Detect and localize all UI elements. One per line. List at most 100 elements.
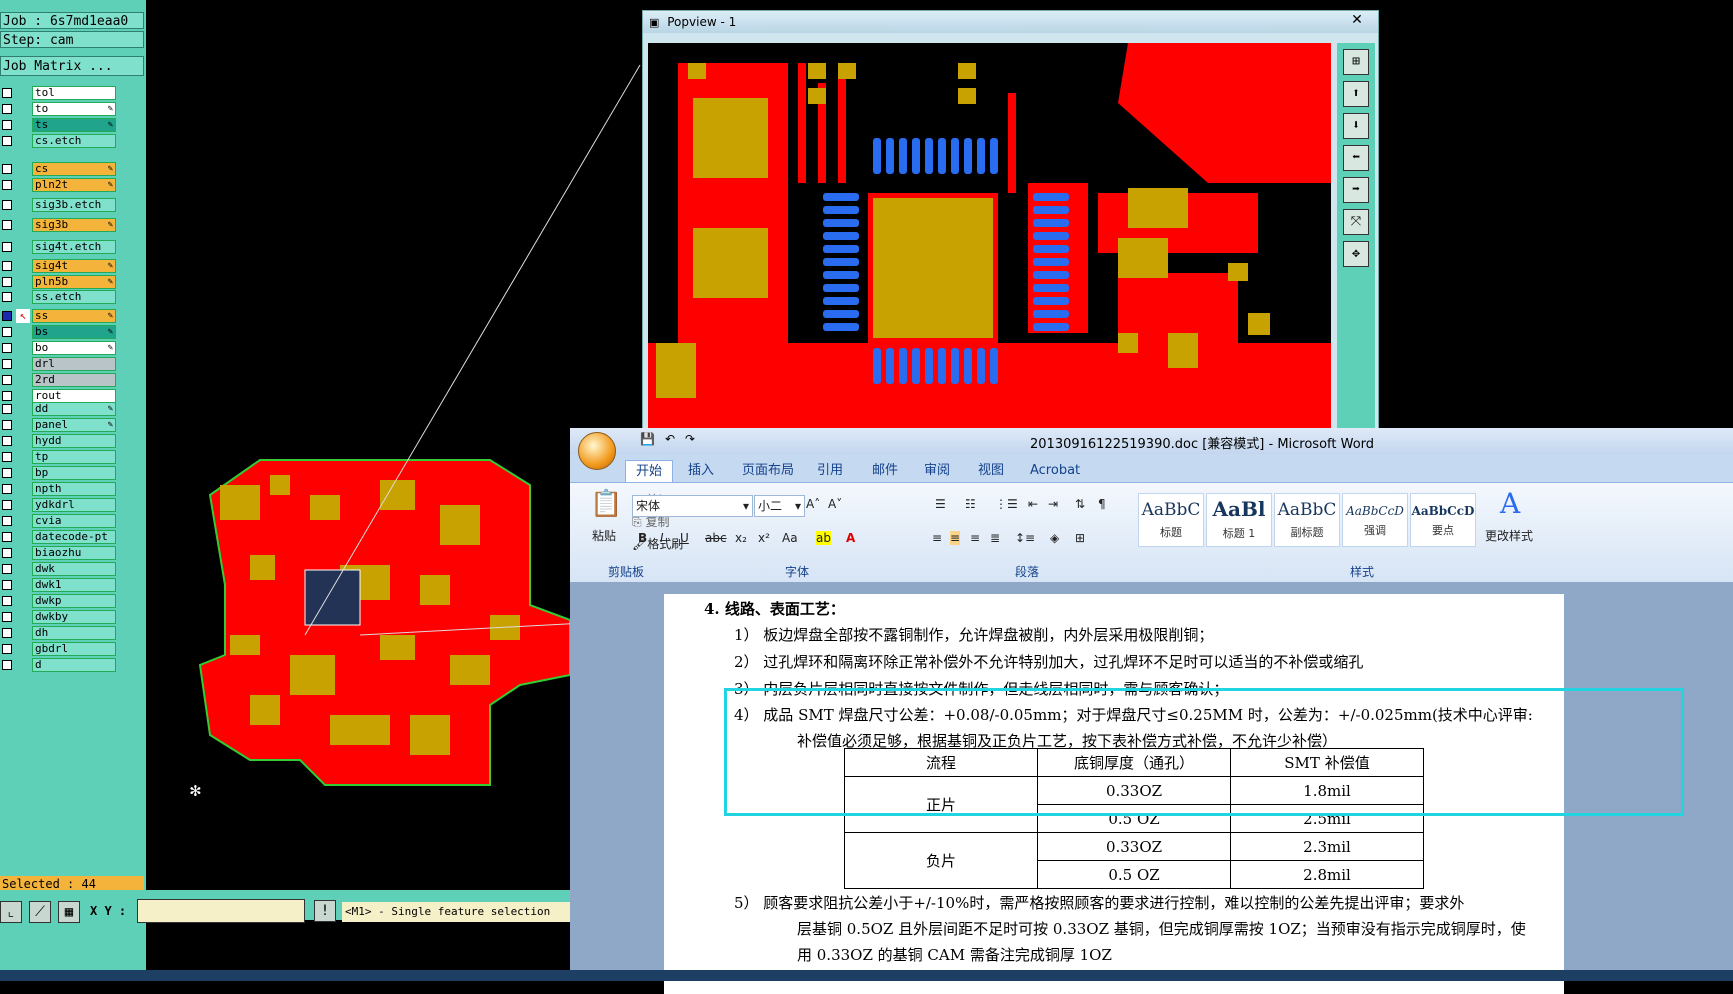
style-title[interactable]: AaBbC 标题 <box>1138 493 1204 547</box>
layer-name[interactable]: ss.etch <box>32 290 116 304</box>
style-emphasis[interactable]: AaBbCcD 强调 <box>1342 493 1408 547</box>
font-size-select[interactable]: 小二 ▾ <box>754 495 805 517</box>
layer-checkbox[interactable] <box>2 628 12 638</box>
layer-checkbox[interactable] <box>2 596 12 606</box>
layer-name[interactable]: bo ✎ <box>32 341 116 355</box>
numbering-icon[interactable]: ☷ <box>965 497 976 511</box>
layer-name[interactable]: dh <box>32 626 116 640</box>
zoom-fit-icon[interactable]: ⤧ <box>1343 209 1369 235</box>
layer-row[interactable]: tp <box>0 450 118 465</box>
style-heading1[interactable]: AaBl 标题 1 <box>1206 493 1272 547</box>
layer-row[interactable]: cvia <box>0 514 118 529</box>
layer-checkbox[interactable] <box>2 277 12 287</box>
zoom-tool-button[interactable]: ⌞ <box>0 901 22 923</box>
change-styles-icon[interactable]: A <box>1500 487 1520 520</box>
job-matrix-button[interactable]: Job Matrix ... <box>0 56 144 76</box>
layer-checkbox[interactable] <box>2 88 12 98</box>
save-icon[interactable]: 💾 <box>640 432 655 446</box>
layer-checkbox[interactable] <box>2 548 12 558</box>
bullets-icon[interactable]: ☰ <box>935 497 946 511</box>
change-case-icon[interactable]: Aa <box>782 531 798 545</box>
multilevel-list-icon[interactable]: ⋮☰ <box>995 497 1018 511</box>
layer-name[interactable]: ts ✎ <box>32 118 116 132</box>
layer-row[interactable]: dh <box>0 626 118 641</box>
layer-name[interactable]: pln5b ✎ <box>32 275 116 289</box>
tab-references[interactable]: 引用 <box>817 460 843 482</box>
layer-row[interactable]: ↖ ss ✎ <box>0 309 118 324</box>
layer-checkbox[interactable] <box>2 516 12 526</box>
layer-checkbox[interactable] <box>2 391 12 401</box>
layer-checkbox[interactable] <box>2 164 12 174</box>
zoom-in-icon[interactable]: ⊞ <box>1343 49 1369 75</box>
font-name-select[interactable]: 宋体 ▾ <box>632 495 753 517</box>
layer-row[interactable]: sig3b.etch <box>0 198 118 213</box>
layer-name[interactable]: 2rd <box>32 373 116 387</box>
sort-icon[interactable]: ⇅ <box>1075 497 1085 511</box>
layer-row[interactable]: biaozhu <box>0 546 118 561</box>
layer-checkbox[interactable] <box>2 200 12 210</box>
pan-up-icon[interactable]: ⬆ <box>1343 81 1369 107</box>
layer-checkbox[interactable] <box>2 500 12 510</box>
layer-checkbox[interactable] <box>2 359 12 369</box>
change-styles-label[interactable]: 更改样式 <box>1485 527 1533 544</box>
tab-acrobat[interactable]: Acrobat <box>1030 460 1080 482</box>
layer-row[interactable]: gbdrl <box>0 642 118 657</box>
layer-name[interactable]: tp <box>32 450 116 464</box>
layer-row[interactable]: drl <box>0 357 118 372</box>
redo-icon[interactable]: ↷ <box>685 432 695 446</box>
layer-name[interactable]: hydd <box>32 434 116 448</box>
zoom-out-icon[interactable]: ✥ <box>1343 241 1369 267</box>
layer-name[interactable]: d <box>32 658 116 672</box>
layer-name[interactable]: panel ✎ <box>32 418 116 432</box>
layer-checkbox[interactable] <box>2 420 12 430</box>
align-left-icon[interactable]: ≡ <box>932 531 942 545</box>
layer-row[interactable]: cs ✎ <box>0 162 118 177</box>
font-color-icon[interactable]: A <box>846 531 855 545</box>
paste-icon[interactable]: 📋 <box>590 489 622 519</box>
layer-row[interactable]: dwk <box>0 562 118 577</box>
layer-row[interactable]: cs.etch <box>0 134 118 149</box>
shading-icon[interactable]: ◈ <box>1050 531 1059 545</box>
tab-review[interactable]: 审阅 <box>924 460 950 482</box>
tab-mailings[interactable]: 邮件 <box>872 460 898 482</box>
layer-name[interactable]: dd ✎ <box>32 402 116 416</box>
layer-row[interactable]: tol <box>0 86 118 101</box>
layer-name[interactable]: sig3b ✎ <box>32 218 116 232</box>
pan-right-icon[interactable]: ➡ <box>1343 177 1369 203</box>
layer-row[interactable]: d <box>0 658 118 673</box>
style-strong[interactable]: AaBbCcD 要点 <box>1410 493 1476 547</box>
layer-checkbox[interactable] <box>2 484 12 494</box>
layer-checkbox[interactable] <box>2 261 12 271</box>
superscript-icon[interactable]: x² <box>758 531 770 545</box>
tab-page-layout[interactable]: 页面布局 <box>742 460 794 482</box>
layer-row[interactable]: datecode-pt <box>0 530 118 545</box>
layer-row[interactable]: ts ✎ <box>0 118 118 133</box>
layer-row[interactable]: 2rd <box>0 373 118 388</box>
paste-button[interactable]: 粘贴 <box>592 527 616 544</box>
layer-row[interactable]: pln2t ✎ <box>0 178 118 193</box>
layer-row[interactable]: ydkdrl <box>0 498 118 513</box>
layer-checkbox[interactable] <box>2 532 12 542</box>
layer-row[interactable]: to ✎ <box>0 102 118 117</box>
undo-icon[interactable]: ↶ <box>665 432 675 446</box>
layer-checkbox[interactable] <box>2 311 12 321</box>
tab-view[interactable]: 视图 <box>978 460 1004 482</box>
grow-font-icon[interactable]: A˄ <box>806 497 820 511</box>
borders-icon[interactable]: ⊞ <box>1075 531 1085 545</box>
underline-icon[interactable]: U <box>680 531 689 545</box>
pan-left-icon[interactable]: ⬅ <box>1343 145 1369 171</box>
layer-row[interactable]: bp <box>0 466 118 481</box>
layer-name[interactable]: sig4t ✎ <box>32 259 116 273</box>
layer-row[interactable]: sig4t ✎ <box>0 259 118 274</box>
layer-row[interactable]: sig4t.etch <box>0 240 118 255</box>
layer-row[interactable]: dd ✎ <box>0 402 118 417</box>
layer-name[interactable]: npth <box>32 482 116 496</box>
layer-name[interactable]: sig4t.etch <box>32 240 116 254</box>
strikethrough-icon[interactable]: abc <box>705 531 727 545</box>
shrink-font-icon[interactable]: A˅ <box>828 497 842 511</box>
layer-row[interactable]: dwkp <box>0 594 118 609</box>
layer-checkbox[interactable] <box>2 136 12 146</box>
layer-checkbox[interactable] <box>2 104 12 114</box>
layer-row[interactable]: dwk1 <box>0 578 118 593</box>
popview-window[interactable]: ▣ Popview - 1 ✕ ⊞ ⬆ ⬇ ⬅ ➡ ⤧ ✥ <box>642 10 1379 432</box>
